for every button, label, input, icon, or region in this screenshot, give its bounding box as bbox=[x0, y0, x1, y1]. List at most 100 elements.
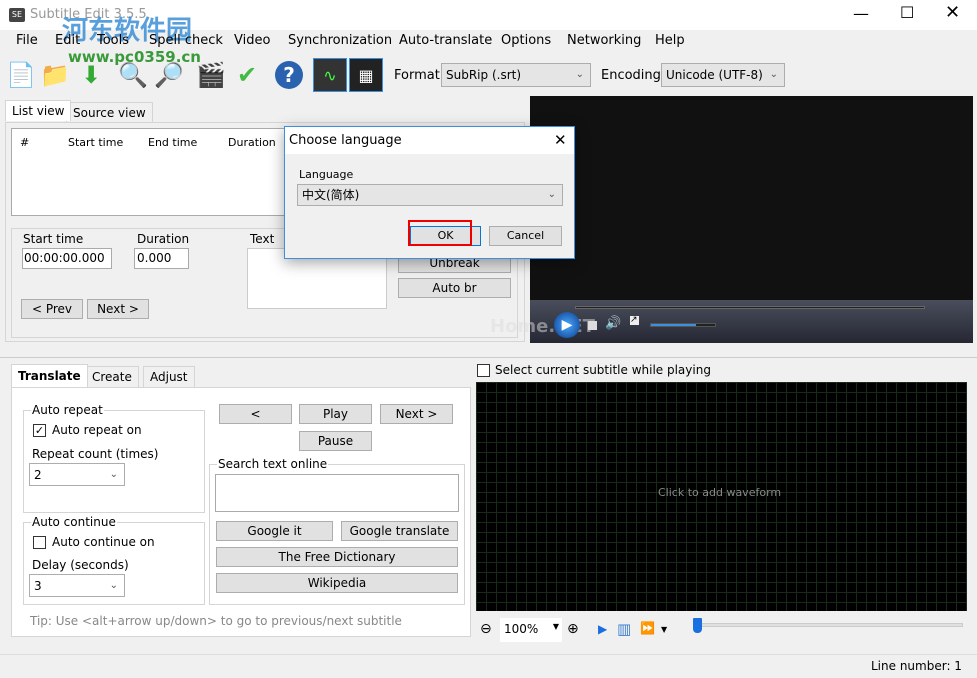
seek-bar[interactable] bbox=[575, 306, 925, 309]
minimize-button[interactable]: — bbox=[853, 4, 869, 23]
repeat-count-select[interactable]: 2 ⌄ bbox=[29, 463, 125, 486]
menu-networking[interactable]: Networking bbox=[567, 33, 641, 48]
tab-list-view[interactable]: List view bbox=[5, 100, 72, 121]
app-logo: SE bbox=[9, 8, 25, 22]
google-translate-button[interactable]: Google translate bbox=[341, 521, 458, 541]
format-select[interactable]: SubRip (.srt) ⌄ bbox=[441, 63, 591, 87]
duration-label: Duration bbox=[137, 232, 190, 246]
play-icon[interactable]: ▶ bbox=[554, 312, 580, 338]
translate-prev-button[interactable]: < bbox=[219, 404, 292, 424]
prev-button[interactable]: < Prev bbox=[21, 299, 83, 319]
start-time-value: 00:00:00.000 bbox=[24, 251, 105, 265]
pause-button[interactable]: Pause bbox=[299, 431, 372, 451]
menu-edit[interactable]: Edit bbox=[55, 33, 80, 48]
wikipedia-button[interactable]: Wikipedia bbox=[216, 573, 458, 593]
chevron-down-icon: ⌄ bbox=[769, 69, 778, 80]
language-label: Language bbox=[299, 168, 354, 181]
translate-next-button[interactable]: Next > bbox=[380, 404, 453, 424]
menu-synchronization[interactable]: Synchronization bbox=[288, 33, 392, 48]
more-dropdown-icon[interactable]: ▼ bbox=[661, 625, 667, 634]
duration-input[interactable]: 0.000 bbox=[134, 248, 189, 269]
waveform-hint: Click to add waveform bbox=[658, 486, 782, 499]
volume-slider[interactable] bbox=[650, 323, 716, 327]
maximize-button[interactable]: ☐ bbox=[900, 3, 914, 22]
dialog-close-icon[interactable]: ✕ bbox=[554, 131, 567, 149]
start-time-label: Start time bbox=[23, 232, 84, 246]
chevron-down-icon: ⌄ bbox=[109, 469, 118, 480]
open-folder-icon[interactable]: 📁 bbox=[38, 58, 72, 92]
status-bar bbox=[0, 654, 977, 678]
tip-text: Tip: Use <alt+arrow up/down> to go to pr… bbox=[30, 614, 402, 628]
free-dictionary-button[interactable]: The Free Dictionary bbox=[216, 547, 458, 567]
menu-options[interactable]: Options bbox=[501, 33, 551, 48]
tab-source-view[interactable]: Source view bbox=[66, 102, 153, 123]
tab-translate[interactable]: Translate bbox=[11, 364, 88, 387]
select-current-subtitle-label: Select current subtitle while playing bbox=[495, 363, 711, 377]
waveform-area[interactable]: Click to add waveform bbox=[476, 382, 967, 611]
fast-forward-icon[interactable]: ⏩ bbox=[640, 621, 655, 635]
menu-auto-translate[interactable]: Auto-translate bbox=[399, 33, 492, 48]
chevron-down-icon: ⌄ bbox=[547, 189, 556, 200]
waveform-toggle-icon[interactable]: ∿ bbox=[313, 58, 347, 92]
col-start-time[interactable]: Start time bbox=[68, 136, 123, 149]
volume-fill bbox=[651, 324, 696, 326]
choose-language-dialog: Choose language ✕ Language 中文(简体) ⌄ OK Ca… bbox=[284, 126, 575, 259]
play-selection-icon[interactable]: ▶ bbox=[598, 622, 607, 636]
auto-continue-label: Auto continue bbox=[31, 515, 117, 529]
watermark-url: www.pc0359.cn bbox=[68, 48, 201, 66]
auto-continue-checkbox[interactable] bbox=[33, 536, 46, 549]
auto-repeat-label: Auto repeat bbox=[31, 403, 104, 417]
search-text-input[interactable] bbox=[215, 474, 459, 512]
auto-br-button[interactable]: Auto br bbox=[398, 278, 511, 298]
video-toggle-icon[interactable]: ▦ bbox=[349, 58, 383, 92]
stop-icon[interactable] bbox=[588, 321, 597, 330]
delay-select[interactable]: 3 ⌄ bbox=[29, 574, 125, 597]
fullscreen-icon[interactable]: ↗ bbox=[630, 316, 639, 325]
menu-video[interactable]: Video bbox=[234, 33, 270, 48]
player-controls: Home.NET ▶ 🔊 ↗ bbox=[490, 300, 973, 343]
col-number[interactable]: # bbox=[20, 136, 29, 149]
video-player[interactable]: Home.NET ▶ 🔊 ↗ bbox=[490, 96, 973, 343]
chevron-down-icon: ▼ bbox=[552, 622, 559, 631]
start-time-input[interactable]: 00:00:00.000 bbox=[22, 248, 112, 269]
waveform-position-slider[interactable] bbox=[693, 623, 963, 627]
chevron-down-icon: ⌄ bbox=[109, 580, 118, 591]
google-it-button[interactable]: Google it bbox=[216, 521, 333, 541]
tab-create[interactable]: Create bbox=[85, 366, 139, 387]
highlight-box bbox=[408, 220, 472, 246]
new-file-icon[interactable]: 📄 bbox=[4, 58, 38, 92]
search-label: Search text online bbox=[217, 457, 329, 471]
menu-tools[interactable]: Tools bbox=[97, 33, 129, 48]
close-button[interactable]: ✕ bbox=[945, 2, 960, 23]
format-value: SubRip (.srt) bbox=[446, 68, 522, 82]
cancel-button[interactable]: Cancel bbox=[489, 226, 562, 246]
auto-repeat-checkbox[interactable]: ✓ bbox=[33, 424, 46, 437]
help-icon[interactable]: ? bbox=[272, 58, 306, 92]
encoding-label: Encoding bbox=[601, 68, 661, 83]
menu-help[interactable]: Help bbox=[655, 33, 685, 48]
format-label: Format bbox=[394, 68, 440, 83]
language-select[interactable]: 中文(简体) ⌄ bbox=[297, 184, 563, 206]
slider-thumb[interactable] bbox=[693, 618, 702, 633]
col-end-time[interactable]: End time bbox=[148, 136, 197, 149]
text-label: Text bbox=[250, 232, 275, 246]
repeat-count-value: 2 bbox=[34, 468, 42, 482]
volume-icon[interactable]: 🔊 bbox=[605, 316, 621, 331]
encoding-select[interactable]: Unicode (UTF-8) ⌄ bbox=[661, 63, 785, 87]
zoom-in-icon[interactable]: ⊕ bbox=[567, 621, 579, 637]
menu-spell-check[interactable]: Spell check bbox=[149, 33, 223, 48]
spectrogram-icon[interactable]: ▥ bbox=[617, 620, 631, 638]
zoom-select[interactable]: 100% ▼ bbox=[500, 618, 562, 642]
menu-file[interactable]: File bbox=[16, 33, 38, 48]
zoom-out-icon[interactable]: ⊖ bbox=[480, 621, 492, 637]
spell-check-icon[interactable]: ✔ bbox=[230, 58, 264, 92]
col-duration[interactable]: Duration bbox=[228, 136, 276, 149]
next-button[interactable]: Next > bbox=[87, 299, 149, 319]
delay-label: Delay (seconds) bbox=[32, 558, 129, 572]
zoom-value: 100% bbox=[504, 622, 539, 636]
tab-adjust[interactable]: Adjust bbox=[143, 366, 195, 387]
translate-play-button[interactable]: Play bbox=[299, 404, 372, 424]
select-current-subtitle-checkbox[interactable] bbox=[477, 364, 490, 377]
encoding-value: Unicode (UTF-8) bbox=[666, 68, 763, 82]
duration-value: 0.000 bbox=[137, 251, 172, 265]
